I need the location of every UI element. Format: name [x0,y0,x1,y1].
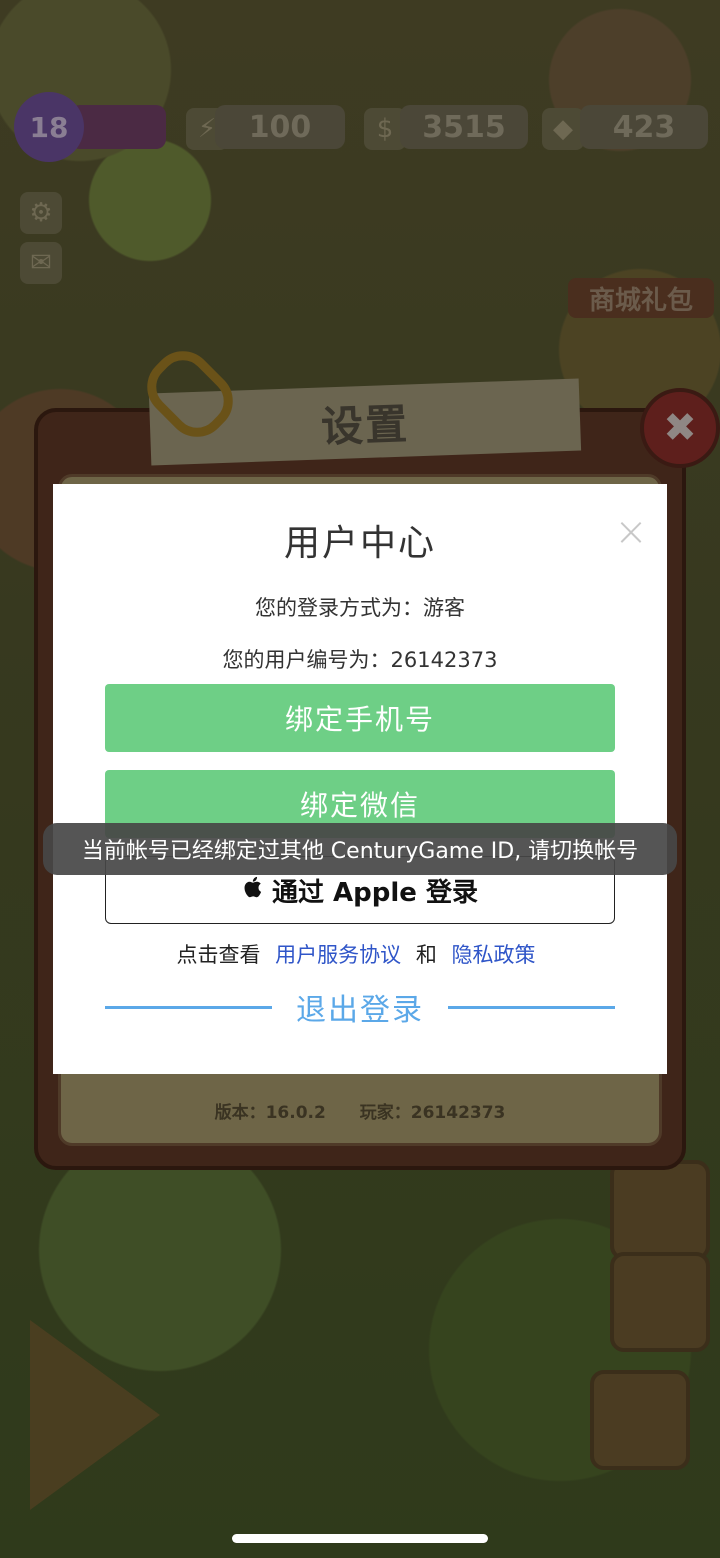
gear-icon: ⚙ [20,192,62,234]
terms-prefix: 点击查看 [176,943,261,967]
play-arrow-icon [30,1320,160,1510]
settings-close-button[interactable]: ✖ [640,388,720,468]
user-center-dialog: 用户中心 × 您的登录方式为：游客 您的用户编号为：26142373 绑定手机号… [53,484,667,1074]
logout-row: 退出登录 [105,982,615,1032]
apple-login-label: 通过 Apple 登录 [272,877,478,908]
energy-counter: 100 [215,105,345,149]
player-label: 玩家：26142373 [359,1103,506,1123]
apple-icon [242,875,262,905]
settings-title: 设置 [320,398,410,452]
home-indicator[interactable] [232,1534,488,1543]
terms-and: 和 [415,943,437,967]
toast-message: 当前帐号已经绑定过其他 CenturyGame ID, 请切换帐号 [43,823,677,875]
version-info: 版本：16.0.2 玩家：26142373 [58,1098,662,1123]
user-agreement-link[interactable]: 用户服务协议 [275,943,401,967]
bind-phone-button[interactable]: 绑定手机号 [105,684,615,752]
shop-gift-label: 商城礼包 [568,278,714,318]
mail-icon: ✉ [20,242,62,284]
version-label: 版本：16.0.2 [214,1103,326,1123]
gem-icon: ◆ [542,108,584,150]
xp-bar [70,105,166,149]
terms-line: 点击查看 用户服务协议 和 隐私政策 [53,939,667,969]
gem-counter: 423 [580,105,708,149]
login-method-text: 您的登录方式为：游客 [255,596,465,620]
side-button [590,1370,690,1470]
divider-line [105,1005,272,1009]
cash-counter: 3515 [400,105,528,149]
level-badge: 18 [14,92,84,162]
dialog-title: 用户中心 [283,523,436,564]
divider-line [448,1005,615,1009]
side-button [610,1252,710,1352]
privacy-policy-link[interactable]: 隐私政策 [452,943,536,967]
dialog-close-button[interactable]: × [613,512,649,552]
logout-button[interactable]: 退出登录 [272,985,448,1029]
user-id-text: 您的用户编号为：26142373 [222,648,498,672]
side-button [610,1160,710,1260]
